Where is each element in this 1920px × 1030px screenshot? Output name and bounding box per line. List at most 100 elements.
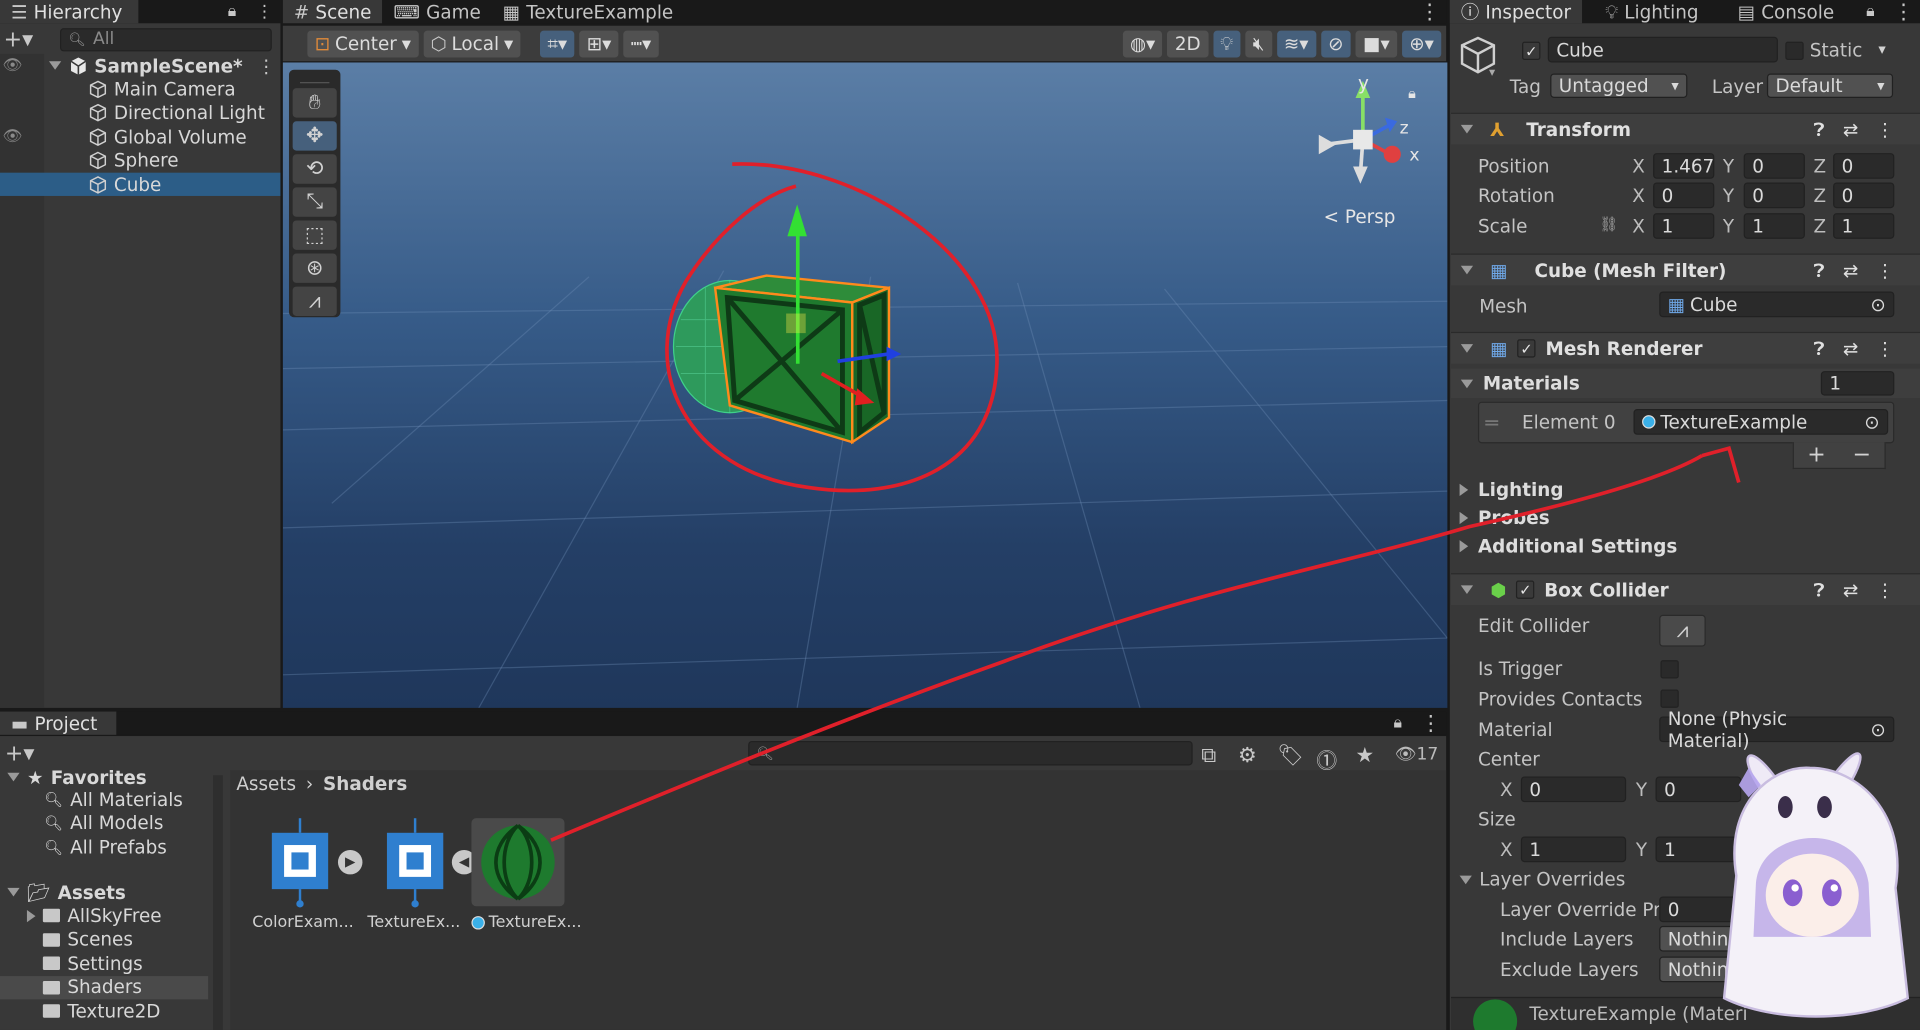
- folder-allskyfree[interactable]: AllSkyFree: [0, 904, 208, 927]
- position-y-input[interactable]: 0: [1743, 153, 1805, 179]
- transform-header[interactable]: ⅄ Transform ❓︎ ⇄ ⋮: [1451, 112, 1920, 145]
- more-icon[interactable]: ⋮: [1420, 711, 1441, 735]
- help-icon[interactable]: ❓︎: [1813, 579, 1824, 601]
- mesh-renderer-enabled-checkbox[interactable]: [1517, 339, 1536, 358]
- scale-tool-button[interactable]: ⤡: [292, 187, 337, 217]
- expand-icon[interactable]: [26, 909, 36, 922]
- fold-icon[interactable]: [1459, 875, 1472, 884]
- size-x-input[interactable]: 1: [1520, 836, 1627, 863]
- scale-z-input[interactable]: 1: [1833, 213, 1895, 239]
- object-picker-icon[interactable]: ⊙: [1864, 411, 1879, 433]
- additional-settings-foldout[interactable]: Additional Settings: [1459, 535, 1677, 557]
- scene-viewport[interactable]: ✋︎ ✥ ⟲ ⤡ ⬚ ⊛ ⩘ y z x 🔒︎ < Persp: [282, 62, 1448, 708]
- 2d-toggle[interactable]: 2D: [1167, 30, 1209, 57]
- position-z-input[interactable]: 0: [1833, 153, 1895, 179]
- help-icon[interactable]: ❓︎: [1813, 259, 1824, 281]
- grid-snap-button[interactable]: ⌗▾: [540, 30, 575, 57]
- pivot-center-button[interactable]: ⊡ Center ▾: [307, 30, 419, 57]
- lock-icon[interactable]: 🔒︎: [1866, 2, 1874, 20]
- increment-snap-button[interactable]: ⊞▾: [579, 30, 619, 57]
- favorite-all-models[interactable]: 🔍︎ All Models: [0, 811, 208, 834]
- box-collider-enabled-checkbox[interactable]: [1516, 580, 1535, 599]
- palette-handle[interactable]: [300, 73, 330, 84]
- asset-texture-example-shader[interactable]: TextureEx...: [367, 818, 460, 932]
- fold-icon[interactable]: [1460, 124, 1474, 134]
- fold-icon[interactable]: [1460, 379, 1474, 388]
- box-collider-header[interactable]: ⬢ Box Collider ❓︎ ⇄ ⋮: [1451, 573, 1920, 606]
- lighting-foldout[interactable]: Lighting: [1459, 479, 1563, 501]
- collider-material-field[interactable]: None (Physic Material) ⊙: [1659, 707, 1895, 751]
- component-menu-icon[interactable]: ⋮: [1876, 337, 1894, 359]
- chevron-down-icon[interactable]: ▾: [1878, 40, 1885, 57]
- component-menu-icon[interactable]: ⋮: [1876, 259, 1894, 281]
- audio-toggle[interactable]: 🔇︎: [1245, 30, 1272, 57]
- hierarchy-item-sphere[interactable]: Sphere: [0, 149, 280, 172]
- fold-icon[interactable]: [1460, 344, 1474, 353]
- asset-color-example[interactable]: ColorExam...: [252, 818, 354, 932]
- folder-scenes[interactable]: Scenes: [0, 928, 208, 951]
- preset-icon[interactable]: ⇄: [1843, 337, 1858, 359]
- rotation-x-input[interactable]: 0: [1653, 182, 1715, 209]
- tag-dropdown[interactable]: Untagged ▾: [1550, 73, 1688, 98]
- expand-icon[interactable]: [7, 887, 20, 897]
- move-gizmo-plane[interactable]: [786, 313, 806, 334]
- mesh-renderer-header[interactable]: ▦ Mesh Renderer ❓︎ ⇄ ⋮: [1451, 331, 1920, 364]
- hierarchy-scene-row[interactable]: SampleScene* ⋮: [0, 54, 280, 77]
- space-local-button[interactable]: ⬡ Local ▾: [423, 30, 521, 57]
- ruler-button[interactable]: ┉▾: [623, 30, 659, 57]
- favorite-all-materials[interactable]: 🔍︎ All Materials: [0, 787, 208, 810]
- tab-scene[interactable]: # Scene: [282, 0, 383, 24]
- rect-tool-button[interactable]: ⬚: [292, 220, 337, 250]
- folder-texture2d[interactable]: Texture2D: [0, 1000, 208, 1023]
- scale-x-input[interactable]: 1: [1653, 213, 1715, 239]
- favorites-row[interactable]: ★ Favorites: [0, 765, 208, 788]
- play-icon[interactable]: ▶: [337, 849, 363, 875]
- move-gizmo-y-axis[interactable]: [795, 229, 800, 364]
- persp-toggle[interactable]: < Persp: [1324, 206, 1396, 228]
- expand-icon[interactable]: [48, 61, 62, 70]
- hierarchy-item-directional-light[interactable]: Directional Light: [0, 101, 280, 124]
- preset-icon[interactable]: ⇄: [1843, 259, 1858, 281]
- static-checkbox[interactable]: [1785, 41, 1804, 61]
- project-search-input[interactable]: 🔍︎: [748, 740, 1193, 766]
- position-x-input[interactable]: 1.467: [1653, 153, 1715, 179]
- transform-tool-button[interactable]: ⊛: [292, 253, 337, 283]
- drag-handle-icon[interactable]: ═: [1485, 411, 1498, 435]
- more-icon[interactable]: ⋮: [256, 2, 273, 22]
- hierarchy-search-input[interactable]: 🔍︎ All: [60, 27, 272, 51]
- remove-element-button[interactable]: −: [1853, 442, 1871, 468]
- fold-icon[interactable]: [1459, 483, 1469, 497]
- add-element-button[interactable]: +: [1807, 442, 1825, 468]
- tree-scrollbar[interactable]: [213, 775, 223, 1030]
- object-picker-icon[interactable]: ⊙: [1870, 293, 1885, 315]
- search-options-icon[interactable]: ⧉: [1201, 743, 1216, 767]
- move-tool-button[interactable]: ✥: [292, 121, 337, 151]
- assets-row[interactable]: 📂︎ Assets: [0, 881, 208, 904]
- effects-toggle[interactable]: ≋▾: [1276, 30, 1316, 57]
- add-icon[interactable]: +▾: [0, 26, 37, 52]
- lock-icon[interactable]: 🔒︎: [228, 2, 236, 20]
- move-gizmo-y-arrow[interactable]: [785, 204, 809, 237]
- tab-console[interactable]: ▤ Console: [1727, 0, 1845, 23]
- rotate-tool-button[interactable]: ⟲: [292, 154, 337, 184]
- fold-icon[interactable]: [1459, 511, 1469, 525]
- more-icon[interactable]: ⋮: [1893, 0, 1914, 24]
- tab-project[interactable]: ▬ Project: [0, 711, 117, 735]
- constrain-proportions-icon[interactable]: ⛓︎: [1599, 216, 1618, 233]
- draw-mode-button[interactable]: ◍▾: [1122, 30, 1163, 57]
- preset-icon[interactable]: ⇄: [1843, 579, 1858, 601]
- edit-collider-button[interactable]: ⩘: [1659, 614, 1706, 647]
- object-picker-icon[interactable]: ⊙: [1870, 718, 1885, 740]
- favorite-all-prefabs[interactable]: 🔍︎ All Prefabs: [0, 835, 208, 858]
- cube-object[interactable]: [705, 271, 913, 455]
- hierarchy-item-global-volume[interactable]: Global Volume: [0, 125, 280, 148]
- mesh-object-field[interactable]: ▦ Cube ⊙: [1659, 291, 1895, 318]
- fold-icon[interactable]: [1460, 265, 1474, 275]
- camera-button[interactable]: ■▾: [1355, 30, 1398, 57]
- tab-game[interactable]: ⌨ Game: [382, 0, 491, 23]
- gizmo-lock-icon[interactable]: 🔒︎: [1408, 85, 1416, 103]
- probes-foldout[interactable]: Probes: [1459, 507, 1550, 529]
- breadcrumb-shaders[interactable]: Shaders: [323, 773, 407, 797]
- asset-texture-example-material[interactable]: [471, 818, 565, 907]
- component-menu-icon[interactable]: ⋮: [1876, 118, 1894, 140]
